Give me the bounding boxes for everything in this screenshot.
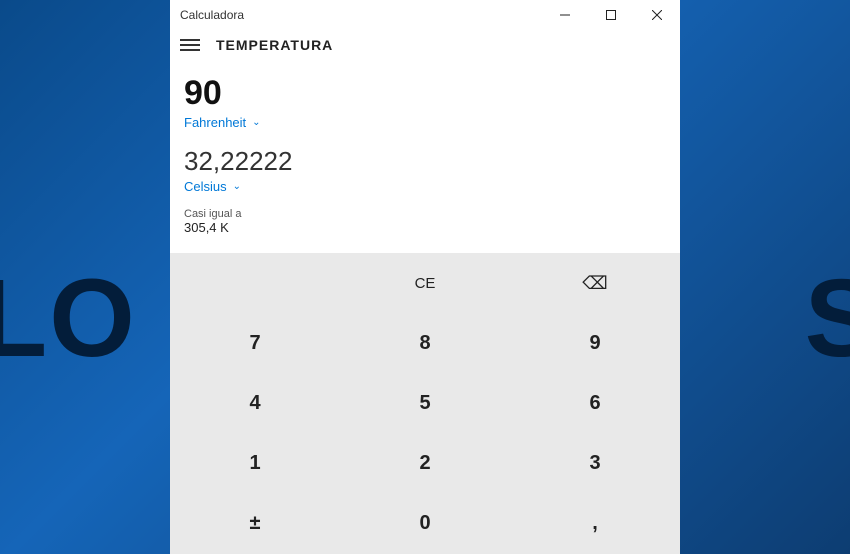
keypad: CE ⌫ 7 8 9 4 5 6 1 2 3 ± 0 , (170, 253, 680, 554)
key-9[interactable]: 9 (510, 313, 680, 373)
mode-title: TEMPERATURA (216, 37, 333, 53)
header: TEMPERATURA (170, 30, 680, 64)
chevron-down-icon: ⌄ (252, 117, 260, 128)
window-title: Calculadora (180, 8, 244, 22)
approx-value: 305,4 K (184, 220, 666, 235)
key-1[interactable]: 1 (170, 434, 340, 494)
key-3[interactable]: 3 (510, 434, 680, 494)
output-unit-label: Celsius (184, 179, 227, 194)
calculator-window: Calculadora TEMPERATURA 90 Fahrenheit ⌄ … (170, 0, 680, 554)
approx-label: Casi igual a (184, 208, 666, 220)
key-sign[interactable]: ± (170, 494, 340, 554)
key-backspace[interactable]: ⌫ (510, 253, 680, 313)
output-value[interactable]: 32,22222 (184, 146, 666, 177)
background-watermark-left: LO (0, 255, 137, 382)
key-blank (170, 253, 340, 313)
chevron-down-icon: ⌄ (233, 181, 241, 192)
maximize-button[interactable] (588, 0, 634, 30)
key-clear-entry[interactable]: CE (340, 253, 510, 313)
key-2[interactable]: 2 (340, 434, 510, 494)
input-unit-label: Fahrenheit (184, 115, 246, 130)
input-value[interactable]: 90 (184, 74, 666, 113)
menu-icon[interactable] (180, 36, 200, 54)
key-4[interactable]: 4 (170, 373, 340, 433)
key-0[interactable]: 0 (340, 494, 510, 554)
display-area: 90 Fahrenheit ⌄ 32,22222 Celsius ⌄ Casi … (170, 64, 680, 245)
window-controls (542, 0, 680, 30)
key-5[interactable]: 5 (340, 373, 510, 433)
background-watermark-right: S (805, 255, 850, 382)
minimize-button[interactable] (542, 0, 588, 30)
input-unit-selector[interactable]: Fahrenheit ⌄ (184, 115, 666, 130)
output-unit-selector[interactable]: Celsius ⌄ (184, 179, 666, 194)
close-button[interactable] (634, 0, 680, 30)
key-8[interactable]: 8 (340, 313, 510, 373)
key-7[interactable]: 7 (170, 313, 340, 373)
titlebar: Calculadora (170, 0, 680, 30)
key-decimal[interactable]: , (510, 494, 680, 554)
key-6[interactable]: 6 (510, 373, 680, 433)
backspace-icon: ⌫ (582, 273, 607, 294)
